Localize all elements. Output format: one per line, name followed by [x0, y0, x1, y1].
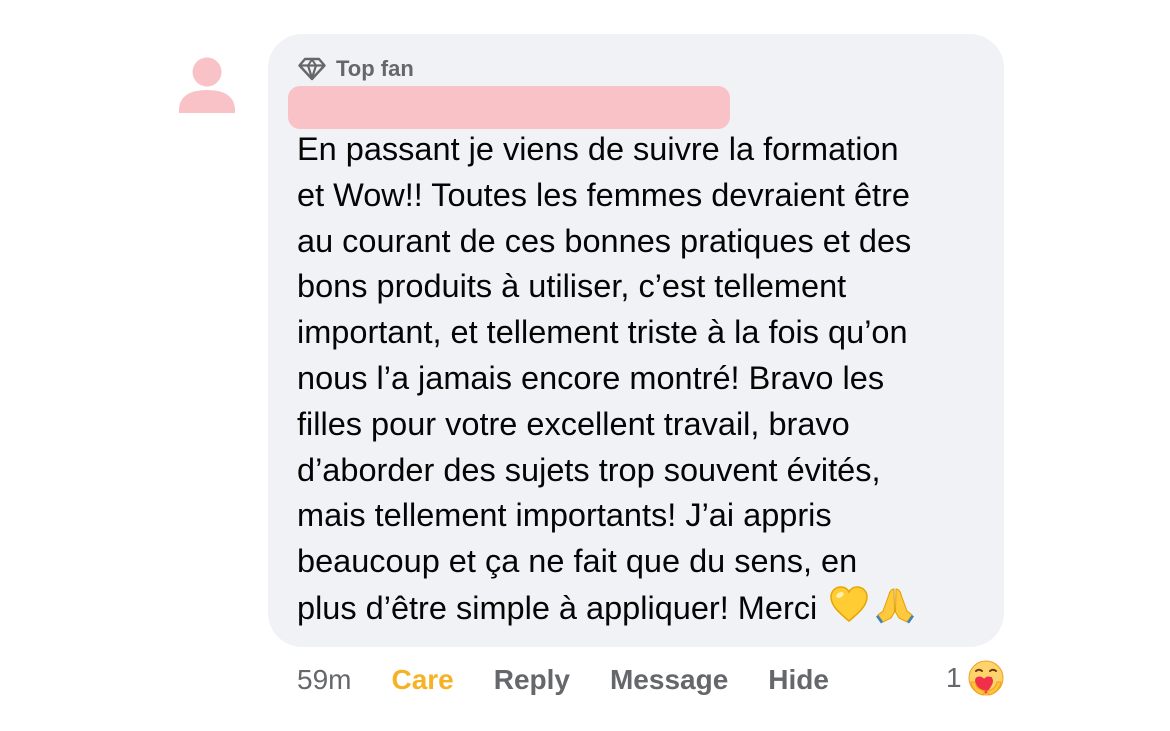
diamond-icon — [298, 57, 326, 81]
comment-last-line: plus d’être simple à appliquer! Merci — [297, 585, 987, 632]
comment-line: d’aborder des sujets trop souvent évités… — [297, 451, 881, 488]
comment-line: bons produits à utiliser, c’est tellemen… — [297, 268, 847, 305]
yellow-heart-icon — [830, 586, 869, 622]
comment-line: plus d’être simple à appliquer! Merci — [297, 589, 818, 626]
comment-line: au courant de ces bonnes pratiques et de… — [297, 222, 912, 259]
avatar[interactable] — [179, 57, 235, 113]
comment-line: et Wow!! Toutes les femmes devraient êtr… — [297, 176, 910, 213]
reaction-count: 1 — [946, 662, 962, 693]
care-button[interactable]: Care — [391, 664, 453, 696]
badge-label: Top fan — [336, 56, 414, 81]
reply-button[interactable]: Reply — [494, 664, 570, 696]
comment-line: filles pour votre excellent travail, bra… — [297, 405, 850, 442]
author-name-redacted[interactable] — [288, 86, 730, 129]
comment-line: beaucoup et ça ne fait que du sens, en — [297, 543, 858, 580]
message-button[interactable]: Message — [610, 664, 728, 696]
comment-line: En passant je viens de suivre la formati… — [297, 131, 899, 167]
folded-hands-icon — [876, 588, 915, 624]
comment-line: important, et tellement triste à la fois… — [297, 314, 908, 351]
comment-actions: 59m Care Reply Message Hide — [297, 660, 829, 700]
comment-line: nous l’a jamais encore montré! Bravo les — [297, 359, 885, 396]
comment-line: mais tellement importants! J’ai appris — [297, 497, 832, 534]
top-fan-badge: Top fan — [298, 54, 414, 84]
comment-timestamp[interactable]: 59m — [297, 664, 351, 696]
reaction-summary[interactable]: 1 — [946, 656, 1006, 700]
care-reaction-icon — [968, 660, 1004, 696]
hide-button[interactable]: Hide — [768, 664, 829, 696]
comment-text: En passant je viens de suivre la formati… — [297, 127, 987, 632]
